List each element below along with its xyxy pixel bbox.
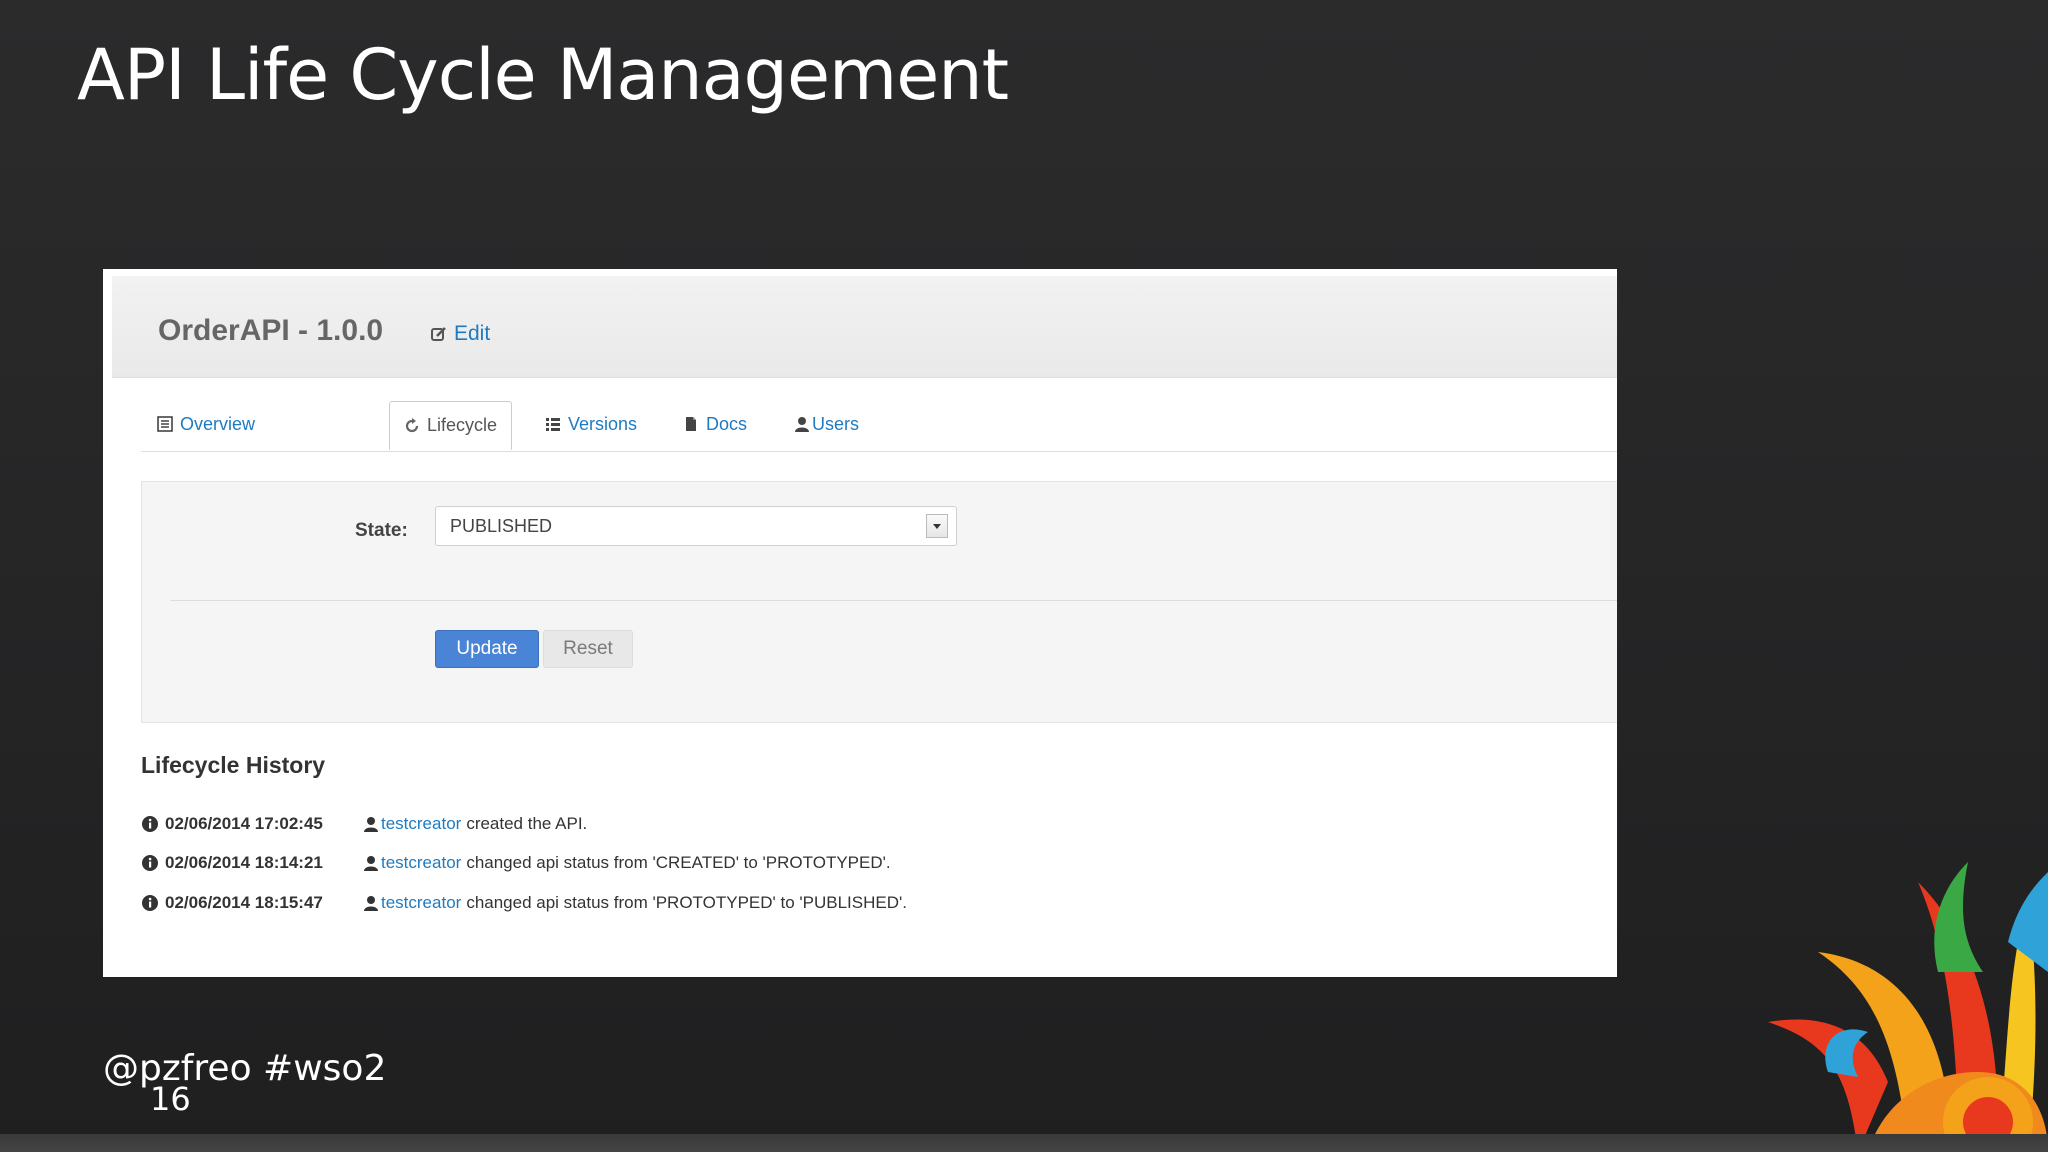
info-icon: [142, 855, 158, 871]
page-number: 16: [150, 1080, 191, 1118]
tab-versions[interactable]: Versions: [531, 401, 651, 447]
history-entry: 02/06/2014 18:14:21 testcreator changed …: [141, 849, 891, 877]
history-date: 02/06/2014 18:15:47: [165, 893, 323, 912]
reset-button[interactable]: Reset: [543, 630, 633, 668]
list-alt-icon: [157, 416, 173, 432]
select-arrow: [926, 514, 948, 538]
edit-icon: [431, 327, 446, 341]
history-user-link[interactable]: testcreator: [381, 893, 461, 913]
state-label: State:: [355, 520, 408, 541]
tab-label: Users: [812, 413, 860, 434]
api-header: OrderAPI - 1.0.0 Edit: [112, 276, 1617, 378]
state-select[interactable]: PUBLISHED: [435, 506, 957, 546]
sun-logo-icon: [1768, 862, 2048, 1152]
info-icon: [142, 895, 158, 911]
history-message: created the API.: [466, 814, 588, 833]
history-title: Lifecycle History: [141, 752, 326, 778]
tab-overview[interactable]: Overview: [143, 401, 269, 447]
form-divider: [170, 600, 1617, 601]
history-message: changed api status from 'CREATED' to 'PR…: [466, 853, 891, 872]
lifecycle-form: State: PUBLISHED Update Reset: [141, 481, 1617, 723]
tab-label: Docs: [706, 413, 748, 434]
history-entry: 02/06/2014 18:15:47 testcreator changed …: [141, 889, 907, 917]
update-button[interactable]: Update: [435, 630, 539, 668]
user-icon: [364, 817, 378, 832]
file-icon: [686, 417, 696, 431]
tab-bar: Overview Lifecycle Versions Docs Users: [141, 401, 1617, 452]
info-icon: [142, 816, 158, 832]
tab-label: Overview: [180, 413, 256, 434]
list-icon: [546, 418, 560, 431]
bottom-strip: [0, 1134, 2048, 1152]
tab-label: Versions: [568, 413, 638, 434]
user-icon: [364, 896, 378, 911]
history-entry: 02/06/2014 17:02:45 testcreator created …: [141, 810, 587, 838]
api-lifecycle-panel: OrderAPI - 1.0.0 Edit Overview Lifecycle: [103, 269, 1617, 977]
tab-users[interactable]: Users: [780, 401, 873, 447]
user-icon: [364, 856, 378, 871]
tab-label: Lifecycle: [427, 415, 498, 435]
chevron-down-icon: [933, 523, 941, 529]
edit-link[interactable]: Edit: [430, 322, 490, 346]
history-message: changed api status from 'PROTOTYPED' to …: [466, 893, 907, 912]
history-user-link[interactable]: testcreator: [381, 853, 461, 873]
history-date: 02/06/2014 18:14:21: [165, 853, 323, 872]
history-date: 02/06/2014 17:02:45: [165, 814, 323, 833]
tab-lifecycle[interactable]: Lifecycle: [389, 401, 513, 450]
api-title: OrderAPI - 1.0.0: [158, 314, 384, 347]
edit-label: Edit: [454, 322, 491, 345]
user-icon: [795, 417, 809, 432]
history-user-link[interactable]: testcreator: [381, 814, 461, 834]
tab-docs[interactable]: Docs: [669, 401, 761, 447]
slide-title: API Life Cycle Management: [77, 34, 1009, 116]
refresh-icon: [405, 417, 419, 432]
footer-handle: @pzfreo #wso2: [103, 1048, 387, 1089]
state-value: PUBLISHED: [450, 516, 553, 536]
